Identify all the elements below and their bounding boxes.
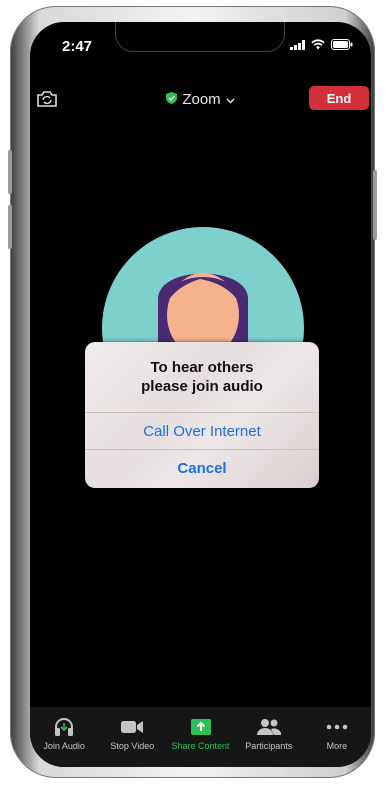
meeting-toolbar: Join Audio Stop Video Share Content Part… <box>30 707 371 767</box>
wifi-icon <box>311 39 325 50</box>
stop-video-label: Stop Video <box>110 741 155 751</box>
video-camera-icon <box>120 717 144 737</box>
join-audio-button[interactable]: Join Audio <box>30 707 98 767</box>
more-label: More <box>326 741 348 751</box>
battery-icon <box>331 39 353 50</box>
notch <box>115 22 285 52</box>
chevron-down-icon <box>226 91 235 108</box>
meeting-title: Zoom <box>182 91 221 108</box>
dialog-title: To hear others please join audio <box>85 358 319 396</box>
participants-button[interactable]: Participants <box>235 707 303 767</box>
join-audio-label: Join Audio <box>43 741 85 751</box>
signal-icon <box>290 39 305 50</box>
more-button[interactable]: More <box>303 707 371 767</box>
end-meeting-button[interactable]: End <box>309 86 369 110</box>
share-content-button[interactable]: Share Content <box>166 707 234 767</box>
side-button-left-2 <box>8 205 12 249</box>
phone-screen: 2:47 Zoom End To hear others please join… <box>30 22 371 767</box>
meeting-top-bar: Zoom End <box>30 82 371 118</box>
dialog-title-line-1: To hear others <box>150 359 254 376</box>
participants-icon <box>256 717 281 737</box>
status-icons <box>290 39 353 50</box>
side-button-right <box>373 170 377 240</box>
more-icon <box>326 717 348 737</box>
join-audio-dialog: To hear others please join audio Call Ov… <box>85 342 319 488</box>
share-screen-icon <box>190 717 212 737</box>
shield-icon <box>166 91 178 108</box>
headphones-icon <box>53 717 75 737</box>
status-time: 2:47 <box>62 38 93 55</box>
cancel-button[interactable]: Cancel <box>85 450 319 486</box>
participants-label: Participants <box>245 741 293 751</box>
share-content-label: Share Content <box>171 741 230 751</box>
stop-video-button[interactable]: Stop Video <box>98 707 166 767</box>
dialog-title-line-2: please join audio <box>141 378 263 395</box>
side-button-left <box>8 150 12 194</box>
call-over-internet-button[interactable]: Call Over Internet <box>85 413 319 449</box>
